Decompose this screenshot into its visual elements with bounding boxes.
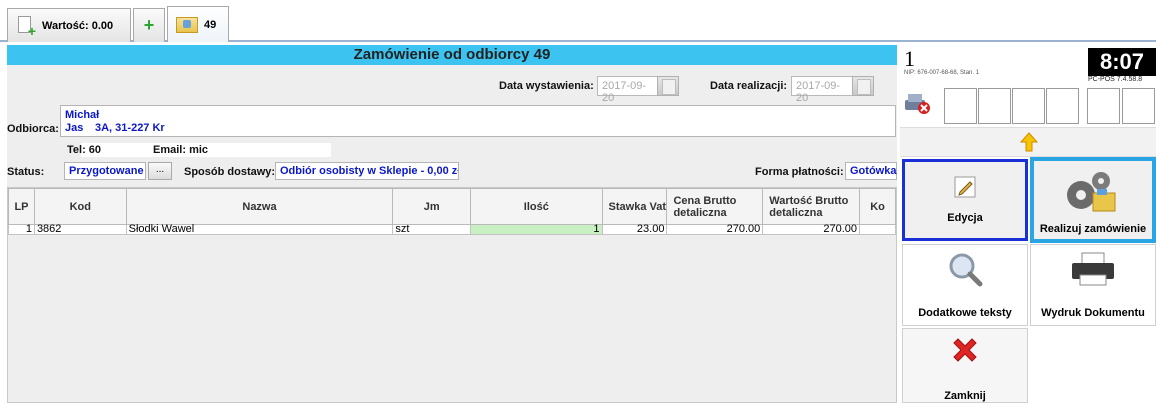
clock: 8:07 [1088,48,1156,76]
slot-3[interactable] [1012,88,1045,124]
realization-date-spinner[interactable] [852,76,874,96]
col-nazwa[interactable]: Nazwa [125,188,394,225]
extra-texts-label: Dodatkowe teksty [918,307,1012,319]
close-button[interactable]: Zamknij [902,328,1028,403]
col-cena-brutto[interactable]: Cena Brutto detaliczna [666,188,764,225]
page-title: Zamówienie od odbiorcy 49 [7,45,897,65]
phone-label: Tel: 60 [67,144,102,156]
quick-slots [902,88,1156,124]
customer-field[interactable]: Michał Jas 3A, 31-227 Kr [60,105,896,137]
items-table-container: LP Kod Nazwa Jm Ilość Stawka Vat Cena Br… [7,187,897,403]
printer-icon [1072,252,1114,286]
col-vat[interactable]: Stawka Vat [601,188,668,225]
tab-value-label: Wartość: 0.00 [42,19,114,32]
table-row[interactable]: 1 3862 Słodki Wawel szt 1 23.00 270.00 2… [8,224,896,235]
payment-field[interactable]: Gotówka [845,162,897,180]
cell-wartosc: 270.00 [762,224,861,235]
email-label: Email: mic [153,144,209,156]
issue-date-field[interactable]: 2017-09-20 [597,76,659,104]
receipt-info: 1 NIP: 676-007-68-68, Stan. 1 [902,48,1012,86]
arrow-up-icon [1020,132,1038,152]
col-ilosc[interactable]: Ilość [470,188,603,225]
slot-1[interactable] [944,88,977,124]
customer-label: Odbiorca: [7,123,59,135]
gears-icon [1067,172,1116,212]
customer-address: 3A, 31-227 Kr [95,122,165,134]
nip-text: NIP: 676-007-68-68, Stan. 1 [904,70,980,76]
cell-ilosc[interactable]: 1 [470,224,603,235]
edit-button-label: Edycja [947,212,983,224]
col-wartosc-brutto[interactable]: Wartość Brutto detaliczna [762,188,861,225]
cashier-cancel-button[interactable] [902,88,942,124]
col-ko[interactable]: Ko [859,188,896,225]
col-kod[interactable]: Kod [33,188,127,225]
receipt-number: 1 [904,46,915,71]
cashier-cancel-icon [905,94,930,114]
status-field[interactable]: Przygotowane [64,162,146,180]
cell-lp: 1 [8,224,35,235]
table-header-row: LP Kod Nazwa Jm Ilość Stawka Vat Cena Br… [8,188,896,225]
cell-cena: 270.00 [666,224,764,235]
edit-pencil-icon [954,176,976,198]
tab-value[interactable]: + Wartość: 0.00 [7,8,131,42]
cell-vat: 23.00 [601,224,668,235]
customer-address-name: Jas [65,122,84,134]
tab-order-49[interactable]: 49 [167,6,229,42]
status-more-button[interactable]: ... [148,162,172,180]
scroll-up-row[interactable] [900,127,1156,157]
clock-panel: 8:07 PC-POS 7.4.58.8 [1088,48,1156,86]
cell-kod: 3862 [33,224,127,235]
col-jm[interactable]: Jm [392,188,472,225]
close-label: Zamknij [944,390,986,402]
realize-order-label: Realizuj zamówienie [1039,223,1147,235]
issue-date-spinner[interactable] [657,76,679,96]
slot-2[interactable] [978,88,1011,124]
print-document-button[interactable]: Wydruk Dokumentu [1030,244,1156,326]
slot-6[interactable] [1122,88,1155,124]
edit-button[interactable]: Edycja [902,159,1028,241]
status-label: Status: [7,166,45,178]
version-text: PC-POS 7.4.58.8 [1088,76,1143,83]
magnifier-icon [949,253,983,287]
new-document-icon: + [16,15,36,38]
cell-ko [859,224,896,235]
slot-5[interactable] [1087,88,1120,124]
tab-order-label: 49 [204,18,217,31]
customer-name: Michał [65,109,100,121]
close-icon [953,338,977,362]
realization-date-field[interactable]: 2017-09-20 [791,76,853,104]
slot-4[interactable] [1046,88,1079,124]
tab-add[interactable]: + [133,8,165,42]
extra-texts-button[interactable]: Dodatkowe teksty [902,244,1028,326]
plus-icon: + [143,15,155,35]
issue-date-label: Data wystawienia: [499,80,594,92]
col-lp[interactable]: LP [8,188,35,225]
cell-nazwa: Słodki Wawel [125,224,394,235]
payment-label: Forma płatności: [755,166,844,178]
items-table: LP Kod Nazwa Jm Ilość Stawka Vat Cena Br… [8,188,896,235]
order-folder-icon [176,16,198,33]
realization-date-label: Data realizacji: [710,80,788,92]
realize-order-button[interactable]: Realizuj zamówienie [1030,157,1156,243]
cell-jm: szt [392,224,472,235]
delivery-label: Sposób dostawy: [184,166,276,178]
delivery-field[interactable]: Odbiór osobisty w Sklepie - 0,00 zł [275,162,459,180]
print-document-label: Wydruk Dokumentu [1041,307,1145,319]
tab-bar: + Wartość: 0.00 + 49 [0,0,1156,42]
